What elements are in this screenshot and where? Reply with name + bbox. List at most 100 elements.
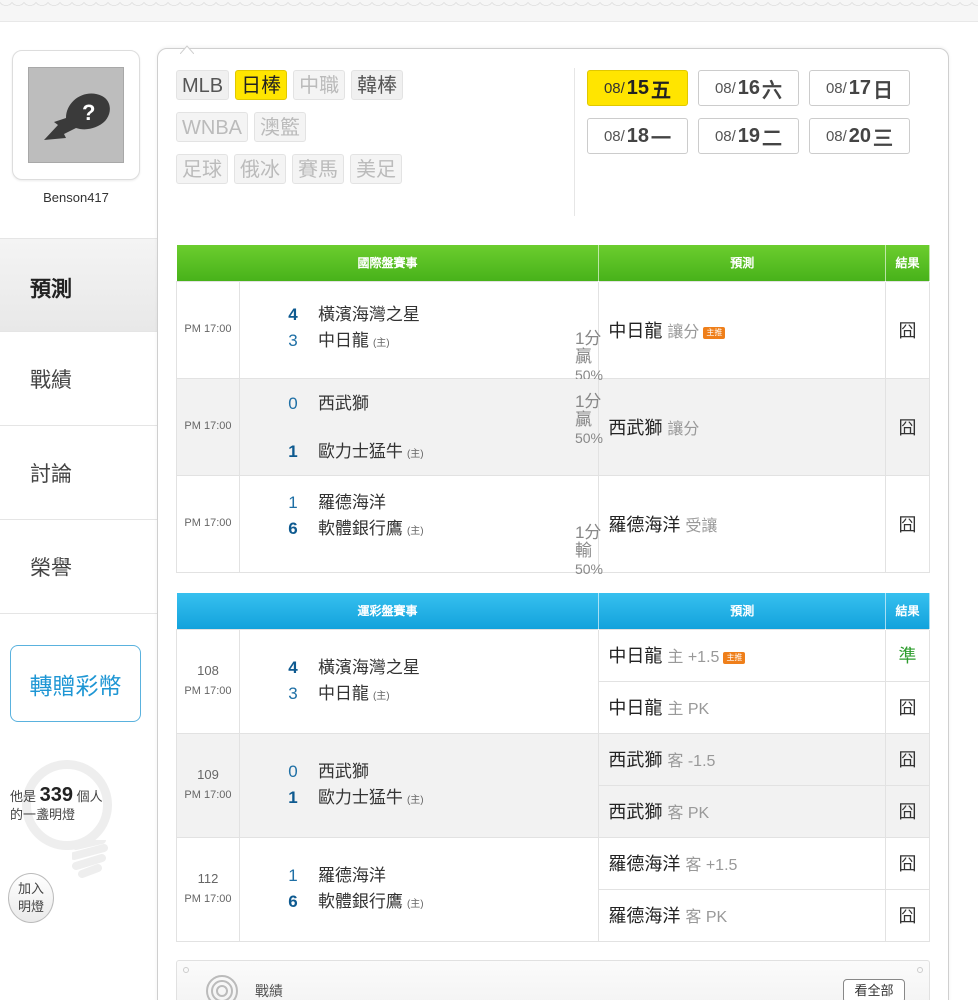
handicap-percent: 50%	[574, 429, 603, 446]
tag-nbl[interactable]: 澳籃	[254, 112, 306, 142]
tag-horse[interactable]: 賽馬	[292, 154, 344, 184]
date-day: 19	[737, 124, 761, 147]
home-score: 1	[288, 788, 298, 807]
handicap-line: 1分贏	[574, 328, 602, 366]
prediction: 中日龍主 +1.5 主推	[598, 628, 887, 682]
tag-wnba[interactable]: WNBA	[176, 112, 248, 142]
away-score: 0	[288, 762, 298, 781]
svg-text:?: ?	[82, 100, 95, 125]
date-weekday: 三	[873, 127, 894, 150]
date-0815[interactable]: 08/15 五	[587, 70, 688, 106]
result: 囧	[885, 732, 930, 786]
sport-tag-row: 足球 俄冰 賽馬 美足	[176, 154, 576, 184]
result: 囧	[885, 377, 930, 476]
game-time: 108 PM 17:00	[176, 628, 240, 734]
divider	[574, 68, 575, 216]
tag-khl[interactable]: 俄冰	[234, 154, 286, 184]
header-result: 結果	[885, 245, 930, 281]
home-team: 中日龍 (主)	[318, 328, 390, 357]
date-0817[interactable]: 08/17 日	[809, 70, 910, 106]
game-time-text: PM 17:00	[184, 893, 232, 905]
home-team-name: 歐力士猛牛	[317, 441, 403, 461]
result: 囧	[885, 784, 930, 838]
pred-type: 受讓	[685, 517, 718, 535]
side-nav-label: 討論	[30, 462, 72, 486]
join-line1: 加入	[17, 881, 44, 896]
pred-team: 西武獅	[608, 802, 663, 822]
corner-dot	[917, 967, 923, 973]
header-games: 運彩盤賽事	[176, 593, 600, 629]
tag-kbo[interactable]: 韓棒	[351, 70, 404, 100]
tag-mlb[interactable]: MLB	[176, 70, 230, 100]
tag-soccer[interactable]: 足球	[176, 154, 228, 184]
table-row: PM 17:00 1 羅德海洋 6 軟體銀行鷹 (主) 1分輸 50% 羅德海洋 受讓 囧	[176, 474, 930, 577]
pred-type: 主 +1.5	[667, 649, 720, 666]
table-header: 運彩盤賽事 預測 結果	[176, 593, 930, 629]
date-weekday: 六	[762, 79, 783, 102]
pred-team: 中日龍	[608, 698, 663, 718]
sport-tag-row: WNBA 澳籃	[176, 112, 576, 142]
header-result: 結果	[885, 593, 930, 629]
followers-prefix: 他是	[10, 789, 37, 804]
tag-cpbl[interactable]: 中職	[293, 70, 346, 100]
panel-notch	[180, 45, 194, 54]
pred-team: 西武獅	[608, 417, 663, 438]
date-0820[interactable]: 08/20 三	[809, 118, 910, 154]
prediction: 羅德海洋 受讓	[598, 474, 887, 573]
see-all-button[interactable]: 看全部	[843, 979, 905, 1000]
pred-type: 客 PK	[685, 909, 728, 926]
side-nav-predict[interactable]: 預測	[0, 238, 158, 332]
date-weekday: 五	[651, 79, 672, 102]
join-lightbulb-button[interactable]: 加入 明燈	[8, 873, 54, 923]
side-nav-discuss[interactable]: 討論	[0, 426, 158, 520]
pred-type: 客 -1.5	[667, 753, 716, 770]
result: 囧	[885, 836, 930, 890]
home-team: 歐力士猛牛 (主)	[318, 785, 424, 814]
result: 囧	[885, 888, 930, 942]
handicap: 1分贏 50%	[574, 392, 603, 447]
away-score: 1	[288, 866, 298, 885]
home-team-name: 中日龍	[317, 330, 369, 350]
top-decorative-border	[0, 0, 978, 22]
date-weekday: 一	[651, 127, 672, 150]
table-row: 108 PM 17:00 4 橫濱海灣之星 3 中日龍 (主) 中日龍主 +1.5 主推 …	[176, 628, 930, 734]
home-team: 歐力士猛牛 (主)	[318, 439, 424, 468]
corner-dot	[183, 967, 189, 973]
side-nav-honor[interactable]: 榮譽	[0, 520, 158, 614]
game-time: PM 17:00	[176, 280, 240, 379]
game-number: 108	[197, 663, 219, 678]
side-nav-record[interactable]: 戰績	[0, 332, 158, 426]
home-mark: (主)	[372, 337, 390, 349]
header-games: 國際盤賽事	[176, 245, 600, 281]
followers-suffix: 個人	[76, 789, 103, 804]
game-teams: 1 羅德海洋 6 軟體銀行鷹 (主) 1分輸 50%	[238, 474, 603, 577]
date-row: 08/15 五 08/16 六 08/17 日	[587, 70, 917, 106]
date-0816[interactable]: 08/16 六	[698, 70, 799, 106]
home-score: 6	[288, 892, 298, 911]
header-pred: 預測	[598, 593, 887, 629]
date-0819[interactable]: 08/19 二	[698, 118, 799, 154]
tag-nfl[interactable]: 美足	[350, 154, 402, 184]
tag-npb[interactable]: 日棒	[235, 70, 288, 100]
prediction: 中日龍 讓分 主推	[598, 280, 887, 379]
followers-count: 339	[39, 784, 74, 806]
avatar-frame[interactable]: ?	[12, 50, 140, 180]
table-header: 國際盤賽事 預測 結果	[176, 245, 930, 281]
date-row: 08/18 一 08/19 二 08/20 三	[587, 118, 917, 154]
date-day: 16	[737, 76, 761, 99]
away-team: 羅德海洋	[317, 866, 386, 885]
record-summary-bar: 戰績 看全部	[176, 960, 930, 1000]
home-mark: (主)	[406, 448, 424, 460]
pred-type: 讓分	[667, 323, 700, 341]
home-mark: (主)	[372, 691, 390, 702]
date-day: 15	[626, 76, 650, 99]
pred-type: 讓分	[667, 420, 700, 438]
date-0818[interactable]: 08/18 一	[587, 118, 688, 154]
game-time: 109 PM 17:00	[176, 732, 240, 838]
result: 準	[885, 628, 930, 682]
username: Benson417	[43, 190, 109, 205]
gift-coins-button[interactable]: 轉贈彩幣	[10, 645, 141, 722]
home-team-name: 中日龍	[317, 684, 369, 703]
home-team-name: 歐力士猛牛	[317, 788, 403, 807]
date-md: 08/	[603, 127, 625, 145]
